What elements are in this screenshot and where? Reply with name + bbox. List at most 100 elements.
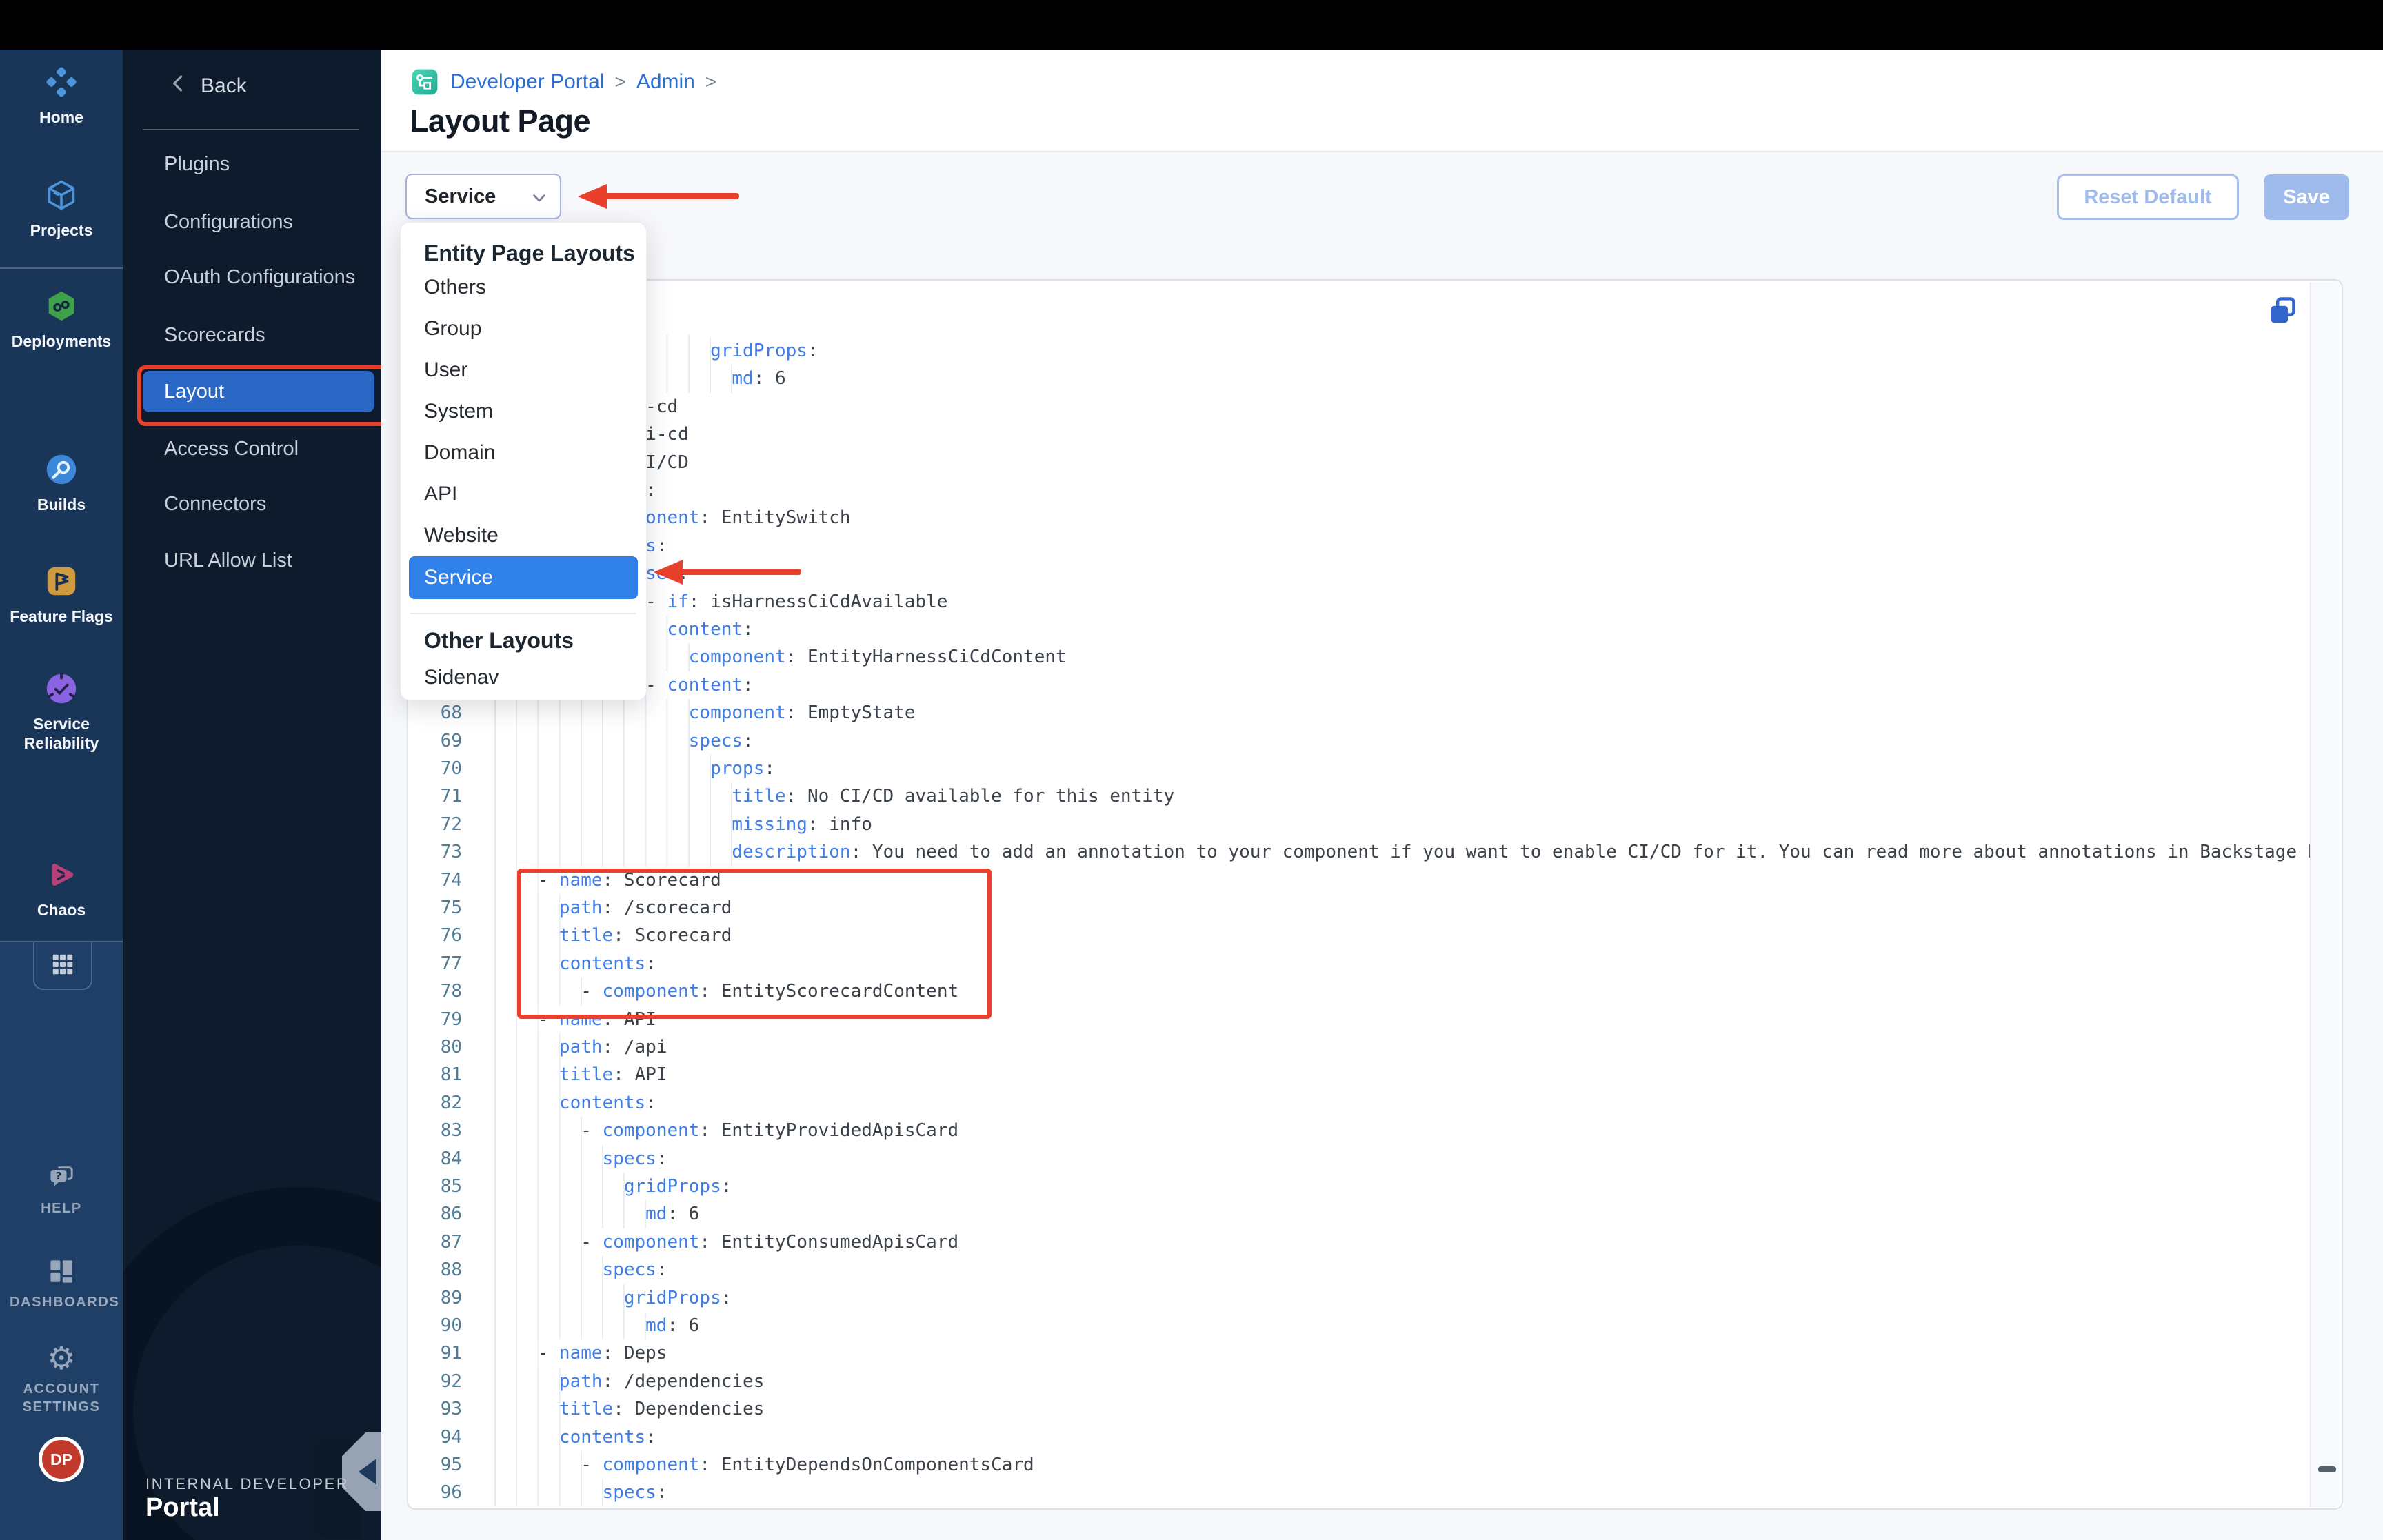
menu-section-header: Other Layouts [424, 628, 574, 653]
back-button[interactable]: Back [167, 72, 247, 101]
code-line[interactable]: 84 specs: [408, 1144, 2310, 1173]
menu-item-others[interactable]: Others [401, 267, 646, 308]
code-line[interactable]: 85 gridProps: [408, 1173, 2310, 1201]
rail-module-service-reliability[interactable]: Service Reliability [0, 671, 123, 753]
breadcrumb-developer-portal[interactable]: Developer Portal [450, 70, 604, 94]
code-line[interactable]: 71 title: No CI/CD available for this en… [408, 782, 2310, 811]
avatar[interactable]: DP [39, 1437, 84, 1482]
menu-item-sidenav[interactable]: Sidenav [401, 657, 646, 698]
sidebar-item-scorecards[interactable]: Scorecards [123, 316, 381, 354]
code-line[interactable]: 55 gridProps: [408, 337, 2310, 365]
menu-item-group[interactable]: Group [401, 308, 646, 349]
vertical-scrollbar[interactable] [2310, 282, 2340, 1507]
breadcrumb-separator: > [705, 71, 717, 92]
copy-icon[interactable] [2266, 294, 2299, 327]
rail-util-help[interactable]: ? HELP [0, 1159, 123, 1217]
entity-type-select[interactable]: Service [405, 174, 561, 219]
code-line[interactable]: 62 specs: [408, 531, 2310, 560]
code-line[interactable]: 69 specs: [408, 727, 2310, 755]
rail-module-projects[interactable]: Projects [0, 177, 123, 240]
code-line[interactable]: 58 path: /ci-cd [408, 421, 2310, 449]
sidebar-item-label: Scorecards [164, 323, 265, 346]
code-text: - component: EntityConsumedApisCard [494, 1231, 959, 1253]
menu-item-system[interactable]: System [401, 391, 646, 432]
entity-type-value: Service [425, 185, 496, 207]
line-number: 75 [440, 898, 462, 918]
code-line[interactable]: 64 - if: isHarnessCiCdAvailable [408, 587, 2310, 616]
code-line[interactable]: 95 - component: EntityDependsOnComponent… [408, 1451, 2310, 1479]
rail-util-account-settings[interactable]: ⚙ ACCOUNT SETTINGS [0, 1340, 123, 1416]
menu-item-user[interactable]: User [401, 349, 646, 391]
code-line[interactable]: 87 - component: EntityConsumedApisCard [408, 1228, 2310, 1257]
line-number: 78 [440, 981, 462, 1002]
rail-module-label: Projects [30, 221, 93, 239]
reset-default-button[interactable]: Reset Default [2057, 174, 2239, 220]
rail-module-home[interactable]: Home [0, 64, 123, 127]
code-line[interactable]: 91 - name: Deps [408, 1339, 2310, 1368]
code-line[interactable]: 80 path: /api [408, 1033, 2310, 1062]
code-line[interactable]: 66 component: EntityHarnessCiCdContent [408, 643, 2310, 671]
code-line[interactable]: 65 content: [408, 616, 2310, 644]
code-text: component: EmptyState [688, 702, 916, 724]
code-text: title: Dependencies [559, 1399, 765, 1420]
code-line[interactable]: 59 title: CI/CD [408, 448, 2310, 476]
back-label: Back [201, 74, 247, 97]
code-text: - component: EntityProvidedApisCard [494, 1120, 959, 1142]
code-line[interactable]: 93 title: Dependencies [408, 1395, 2310, 1424]
code-line[interactable]: 81 title: API [408, 1061, 2310, 1089]
save-button[interactable]: Save [2264, 174, 2349, 220]
app-root: Home Projects Deployments Builds Feature Fla… [0, 0, 2383, 1540]
sidebar-item-access-control[interactable]: Access Control [123, 429, 381, 468]
code-line[interactable]: 72 missing: info [408, 810, 2310, 839]
line-number: 85 [440, 1176, 462, 1197]
code-line[interactable]: 92 path: /dependencies [408, 1367, 2310, 1396]
code-line[interactable]: 70 props: [408, 755, 2310, 783]
annotation-highlight-scorecard [517, 869, 992, 1019]
menu-item-api[interactable]: API [401, 474, 646, 515]
sidebar-item-oauth-configurations[interactable]: OAuth Configurations [123, 258, 381, 296]
rail-module-builds[interactable]: Builds [0, 452, 123, 514]
code-line[interactable]: 88 specs: [408, 1256, 2310, 1284]
menu-item-website[interactable]: Website [401, 515, 646, 556]
rail-module-label: Deployments [11, 332, 112, 350]
code-line[interactable]: 61 - component: EntitySwitch [408, 504, 2310, 532]
code-line[interactable]: 82 contents: [408, 1088, 2310, 1117]
rail-util-label: DASHBOARDS [10, 1295, 120, 1310]
code-line[interactable]: 56 md: 6 [408, 365, 2310, 393]
menu-item-service[interactable]: Service [409, 556, 638, 599]
code-line[interactable]: 94 contents: [408, 1423, 2310, 1451]
code-line[interactable]: 86 md: 6 [408, 1200, 2310, 1228]
code-text: missing: info [732, 813, 872, 835]
rail-module-chaos[interactable]: Chaos [0, 857, 123, 920]
line-number: 74 [440, 869, 462, 891]
rail-module-deployments[interactable]: Deployments [0, 288, 123, 351]
code-line[interactable]: 67 - content: [408, 671, 2310, 700]
svg-text:?: ? [56, 1171, 62, 1182]
code-text: props: [710, 758, 776, 779]
code-text: specs: [602, 1482, 667, 1503]
code-line[interactable]: 68 component: EmptyState [408, 699, 2310, 727]
horizontal-scrollbar-thumb[interactable] [2318, 1466, 2336, 1472]
module-grid-button[interactable] [33, 942, 92, 990]
line-number: 88 [440, 1259, 462, 1281]
menu-item-domain[interactable]: Domain [401, 432, 646, 474]
code-line[interactable]: 96 specs: [408, 1479, 2310, 1506]
code-line[interactable]: 89 gridProps: [408, 1284, 2310, 1312]
sidebar-item-url-allow-list[interactable]: URL Allow List [123, 541, 381, 580]
sidebar-item-connectors[interactable]: Connectors [123, 485, 381, 523]
rail-module-feature-flags[interactable]: Feature Flags [0, 563, 123, 626]
code-line[interactable]: 60 contents: [408, 476, 2310, 505]
portal-title: Portal [145, 1493, 220, 1522]
sidebar-item-layout[interactable]: Layout [143, 371, 374, 412]
breadcrumb-admin[interactable]: Admin [636, 70, 695, 94]
sidebar-item-label: Access Control [164, 437, 299, 460]
code-line[interactable]: 90 md: 6 [408, 1312, 2310, 1340]
breadcrumb: Developer Portal > Admin > [410, 68, 727, 97]
code-line[interactable]: 83 - component: EntityProvidedApisCard [408, 1117, 2310, 1145]
rail-util-dashboards[interactable]: DASHBOARDS [0, 1253, 123, 1311]
sidebar-item-plugins[interactable]: Plugins [123, 145, 381, 183]
code-line[interactable]: 57 - name: ci-cd [408, 392, 2310, 421]
code-line[interactable]: 73 description: You need to add an annot… [408, 838, 2310, 867]
sidebar-item-configurations[interactable]: Configurations [123, 203, 381, 241]
page-header: Developer Portal > Admin > Layout Page [381, 50, 2383, 151]
